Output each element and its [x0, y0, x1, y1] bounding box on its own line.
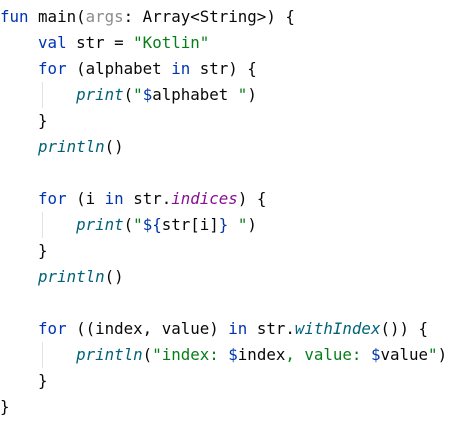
- code-token: (: [123, 85, 134, 104]
- code-token: ": [228, 215, 248, 234]
- code-token: ": [428, 345, 438, 364]
- code-token: index: [237, 345, 286, 364]
- code-line[interactable]: fun main(args: Array<String>) {: [0, 4, 471, 30]
- code-line[interactable]: val str = "Kotlin": [0, 30, 471, 56]
- code-token: for: [38, 319, 77, 338]
- code-line[interactable]: for ((index, value) in str.withIndex()) …: [0, 316, 471, 342]
- code-token: : Array<String>) {: [123, 7, 295, 26]
- code-line[interactable]: [0, 160, 471, 186]
- code-token: ): [247, 215, 257, 234]
- code-token: }: [38, 371, 48, 390]
- code-token: print: [76, 85, 124, 104]
- code-token: (: [142, 345, 153, 364]
- code-token: str[i]: [161, 215, 219, 234]
- code-token: value: [380, 345, 429, 364]
- indent-guide: [42, 212, 43, 238]
- code-token: str) {: [199, 59, 257, 78]
- code-token: $: [228, 345, 238, 364]
- code-token: ()) {: [380, 319, 429, 338]
- code-token: (: [123, 215, 134, 234]
- code-token: println: [76, 345, 143, 364]
- code-token: ): [247, 85, 257, 104]
- code-token: alphabet: [152, 85, 229, 104]
- code-editor[interactable]: fun main(args: Array<String>) { val str …: [0, 4, 471, 420]
- code-line[interactable]: print("${str[i]} "): [0, 212, 471, 238]
- code-token: val: [38, 33, 77, 52]
- code-line[interactable]: println(): [0, 134, 471, 160]
- code-token: in: [228, 319, 257, 338]
- code-token: ${: [142, 215, 162, 234]
- code-line[interactable]: print("$alphabet "): [0, 82, 471, 108]
- code-token: withIndex: [294, 319, 381, 338]
- code-line[interactable]: println("index: $index, value: $value"): [0, 342, 471, 368]
- code-line[interactable]: }: [0, 108, 471, 134]
- code-token: (): [104, 137, 124, 156]
- code-token: args: [85, 7, 124, 26]
- code-token: ": [133, 215, 143, 234]
- code-token: (i: [76, 189, 105, 208]
- code-token: (: [76, 7, 86, 26]
- code-token: println: [38, 267, 105, 286]
- code-token: "Kotlin": [133, 33, 210, 52]
- code-token: $: [142, 85, 153, 104]
- code-token: str.: [133, 189, 172, 208]
- code-token: fun: [0, 7, 39, 26]
- code-token: ": [228, 85, 248, 104]
- code-token: indices: [171, 189, 238, 208]
- code-line[interactable]: for (alphabet in str) {: [0, 56, 471, 82]
- code-token: println: [38, 137, 105, 156]
- code-token: (alphabet: [76, 59, 172, 78]
- code-token: in: [104, 189, 134, 208]
- code-token: for: [38, 59, 77, 78]
- code-token: }: [0, 397, 10, 416]
- indent-guide: [42, 342, 43, 368]
- code-token: ": [133, 85, 143, 104]
- code-token: , value:: [285, 345, 371, 364]
- code-token: }: [38, 241, 48, 260]
- code-token: main: [38, 7, 77, 26]
- indent-guide: [42, 82, 43, 108]
- code-token: }: [218, 215, 229, 234]
- code-line[interactable]: for (i in str.indices) {: [0, 186, 471, 212]
- code-token: print: [76, 215, 124, 234]
- code-token: str.: [256, 319, 295, 338]
- code-token: }: [38, 111, 48, 130]
- code-token: for: [38, 189, 77, 208]
- code-token: ) {: [237, 189, 267, 208]
- code-token: ((index, value): [76, 319, 229, 338]
- code-line[interactable]: println(): [0, 264, 471, 290]
- code-token: "index:: [152, 345, 229, 364]
- code-line[interactable]: [0, 290, 471, 316]
- code-token: in: [171, 59, 200, 78]
- code-line[interactable]: }: [0, 394, 471, 420]
- code-line[interactable]: }: [0, 368, 471, 394]
- code-token: str =: [76, 33, 134, 52]
- code-token: ): [437, 345, 448, 364]
- code-token: (): [104, 267, 124, 286]
- code-line[interactable]: }: [0, 238, 471, 264]
